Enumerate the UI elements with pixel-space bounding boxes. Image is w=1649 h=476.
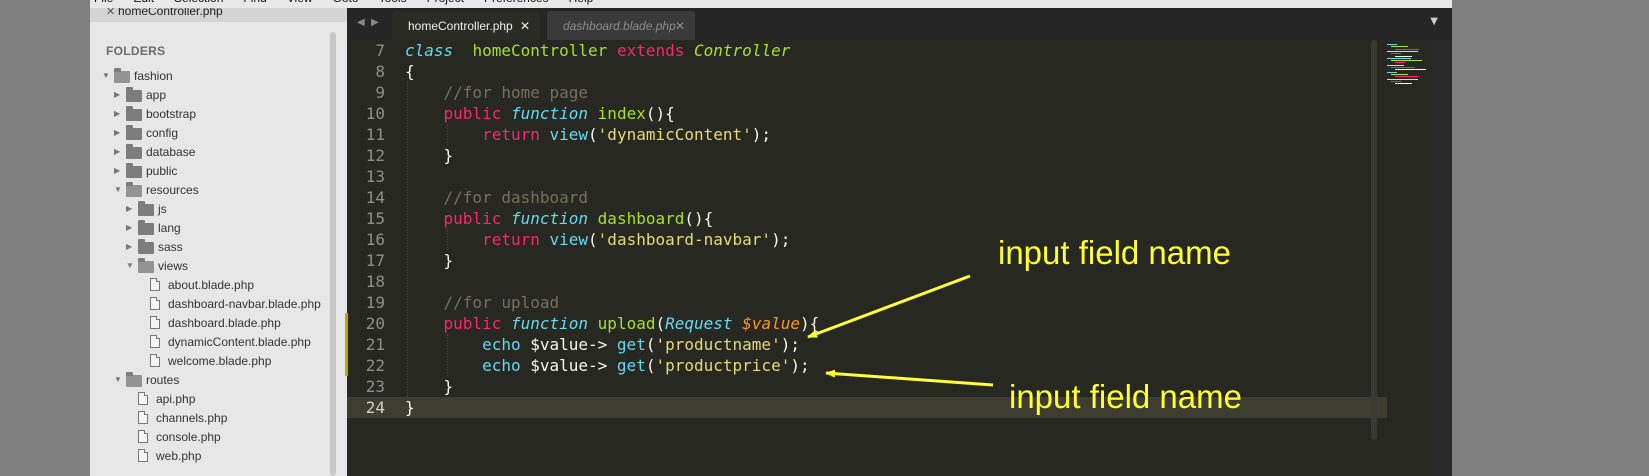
- arrow-to-productname: [807, 274, 971, 339]
- arrow-to-productprice: [825, 369, 994, 387]
- annotation-arrows: [807, 274, 994, 387]
